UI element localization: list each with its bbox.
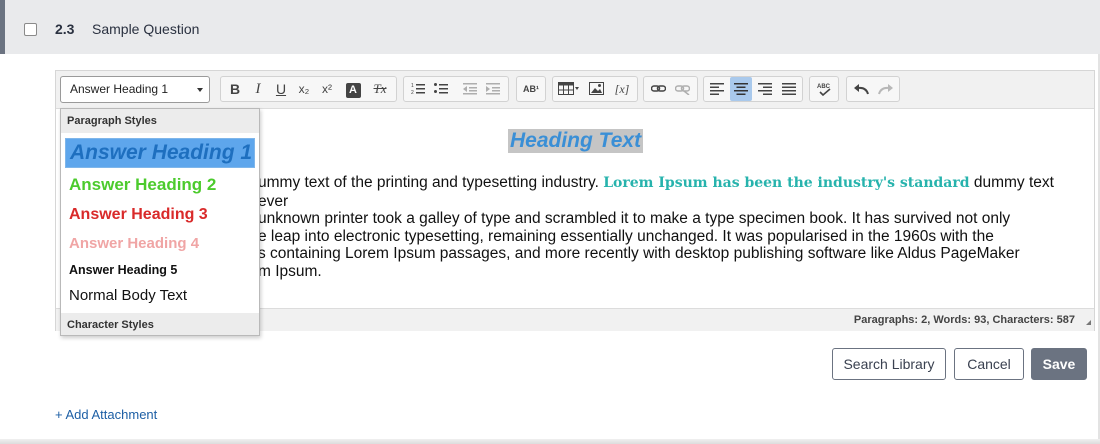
spellcheck-icon: ABC bbox=[817, 84, 831, 96]
character-styles-header: Character Styles bbox=[61, 313, 259, 335]
justify-button[interactable] bbox=[778, 77, 800, 101]
undo-button[interactable] bbox=[850, 77, 872, 101]
link-icon bbox=[650, 85, 666, 92]
panel-bottom-edge bbox=[0, 439, 1100, 444]
search-library-button[interactable]: Search Library bbox=[832, 348, 946, 380]
list-group: 12 bbox=[403, 76, 509, 102]
indent-icon bbox=[486, 83, 500, 95]
style-option-answer-heading-3[interactable]: Answer Heading 3 bbox=[65, 206, 255, 224]
table-icon bbox=[558, 82, 579, 95]
style-option-answer-heading-4[interactable]: Answer Heading 4 bbox=[65, 235, 255, 252]
editor-toolbar: Answer Heading 1 B I U x₂ x² A Tx 12 AB¹… bbox=[56, 71, 1094, 108]
content-heading: Heading Text bbox=[508, 129, 644, 153]
numbered-list-button[interactable]: 12 bbox=[407, 77, 429, 101]
link-button[interactable] bbox=[647, 77, 669, 101]
increase-indent-button[interactable] bbox=[482, 77, 504, 101]
link-group bbox=[643, 76, 698, 102]
save-button[interactable]: Save bbox=[1031, 348, 1087, 380]
table-button[interactable] bbox=[555, 77, 583, 101]
superscript-button[interactable]: x² bbox=[316, 77, 338, 101]
bulleted-list-button[interactable] bbox=[430, 77, 452, 101]
spellcheck-group: ABC bbox=[809, 76, 839, 102]
style-option-normal-body-text[interactable]: Normal Body Text bbox=[65, 287, 255, 304]
align-right-icon bbox=[758, 83, 772, 95]
add-attachment-link[interactable]: + Add Attachment bbox=[55, 407, 157, 422]
align-right-button[interactable] bbox=[754, 77, 776, 101]
question-title: Sample Question bbox=[92, 21, 200, 37]
justify-icon bbox=[782, 83, 796, 95]
align-center-icon bbox=[734, 83, 748, 95]
format-group: B I U x₂ x² A Tx bbox=[220, 76, 397, 102]
insert-group: [x] bbox=[552, 76, 638, 102]
style-indicator-group: AB¹ bbox=[516, 76, 546, 102]
paragraph-style-select[interactable]: Answer Heading 1 bbox=[60, 76, 210, 103]
chevron-down-icon bbox=[197, 88, 203, 92]
variable-button[interactable]: [x] bbox=[609, 77, 635, 101]
alignment-group bbox=[703, 76, 803, 102]
question-header: 2.3 Sample Question bbox=[0, 0, 1100, 54]
body-line-1-start: ummy text of the printing and typesettin… bbox=[258, 174, 604, 191]
highlighted-text: Lorem Ipsum has been the industry's stan… bbox=[603, 175, 970, 191]
text-color-button[interactable]: A bbox=[342, 77, 364, 101]
undo-icon bbox=[853, 84, 869, 95]
decrease-indent-button[interactable] bbox=[459, 77, 481, 101]
word-count: Paragraphs: 2, Words: 93, Characters: 58… bbox=[853, 314, 1075, 326]
align-left-button[interactable] bbox=[706, 77, 728, 101]
style-option-answer-heading-1[interactable]: Answer Heading 1 bbox=[65, 138, 255, 168]
redo-icon bbox=[877, 84, 893, 95]
unlink-icon bbox=[674, 85, 690, 95]
paragraph-style-dropdown: Paragraph Styles Answer Heading 1 Answer… bbox=[60, 108, 260, 336]
svg-text:2: 2 bbox=[411, 90, 414, 95]
underline-button[interactable]: U bbox=[270, 77, 292, 101]
unlink-button[interactable] bbox=[671, 77, 693, 101]
spellcheck-button[interactable]: ABC bbox=[813, 77, 835, 101]
svg-text:1: 1 bbox=[411, 83, 414, 89]
outdent-icon bbox=[463, 83, 477, 95]
italic-button[interactable]: I bbox=[247, 77, 269, 101]
svg-text:ABC: ABC bbox=[817, 84, 831, 90]
subscript-button[interactable]: x₂ bbox=[293, 77, 315, 101]
align-left-icon bbox=[710, 83, 724, 95]
style-indicator-button[interactable]: AB¹ bbox=[520, 77, 542, 101]
bulleted-list-icon bbox=[434, 83, 448, 94]
question-number: 2.3 bbox=[55, 21, 75, 37]
style-option-answer-heading-2[interactable]: Answer Heading 2 bbox=[65, 175, 255, 195]
cancel-button[interactable]: Cancel bbox=[954, 348, 1024, 380]
image-button[interactable] bbox=[585, 77, 607, 101]
text-color-icon: A bbox=[345, 83, 361, 98]
resize-handle-icon[interactable] bbox=[1086, 320, 1091, 325]
paragraph-styles-header: Paragraph Styles bbox=[61, 109, 259, 133]
image-icon bbox=[588, 82, 604, 95]
style-option-answer-heading-5[interactable]: Answer Heading 5 bbox=[65, 263, 255, 277]
redo-button[interactable] bbox=[874, 77, 896, 101]
bold-button[interactable]: B bbox=[224, 77, 246, 101]
history-group bbox=[846, 76, 900, 102]
remove-format-button[interactable]: Tx bbox=[369, 77, 391, 101]
numbered-list-icon: 12 bbox=[411, 83, 425, 95]
question-checkbox[interactable] bbox=[24, 23, 37, 36]
align-center-button[interactable] bbox=[730, 77, 752, 101]
paragraph-style-value: Answer Heading 1 bbox=[70, 82, 169, 96]
